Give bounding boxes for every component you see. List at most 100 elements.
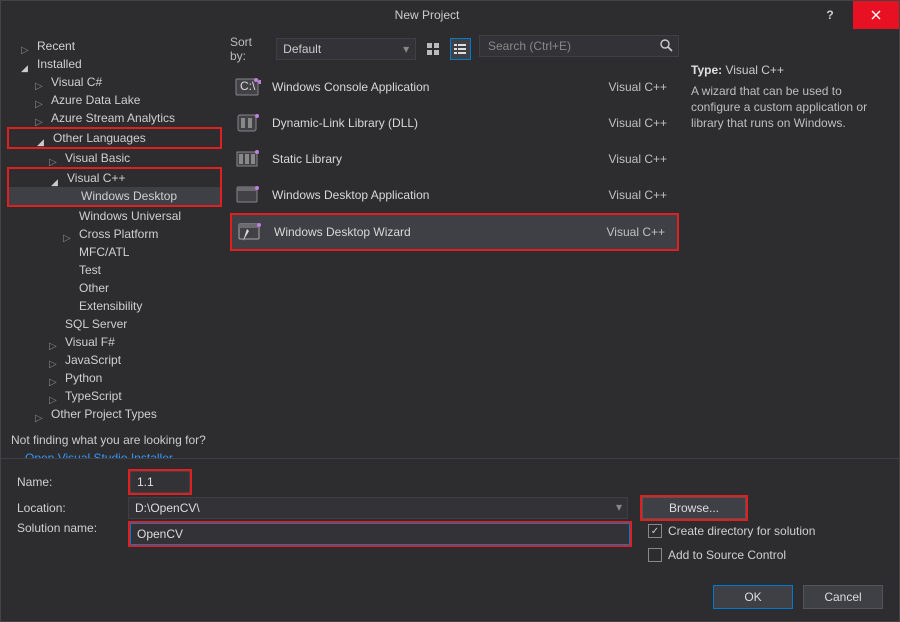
tree-windows-desktop[interactable]: Windows Desktop xyxy=(9,187,220,205)
template-desktop-wizard[interactable]: Windows Desktop Wizard Visual C++ xyxy=(230,213,679,251)
tree-label: Azure Data Lake xyxy=(51,91,140,109)
tree-test[interactable]: Test xyxy=(7,261,222,279)
template-label: Windows Console Application xyxy=(272,80,609,94)
name-label: Name: xyxy=(17,475,122,489)
close-icon xyxy=(871,10,881,20)
tree-recent[interactable]: Recent xyxy=(7,37,222,55)
template-label: Static Library xyxy=(272,152,609,166)
chevron-right-icon[interactable] xyxy=(63,228,75,240)
open-installer-link[interactable]: Open Visual Studio Installer xyxy=(11,451,218,458)
tree-other-languages[interactable]: Other Languages xyxy=(9,129,220,147)
tree-label: Visual F# xyxy=(65,333,115,351)
chevron-down-icon[interactable] xyxy=(37,132,49,144)
template-lang: Visual C++ xyxy=(609,188,675,202)
solution-name-input[interactable] xyxy=(130,523,630,545)
tree-label: Installed xyxy=(37,55,82,73)
chevron-right-icon[interactable] xyxy=(35,76,47,88)
tree-sql-server[interactable]: SQL Server xyxy=(7,315,222,333)
tree-other[interactable]: Other xyxy=(7,279,222,297)
tree-mfc-atl[interactable]: MFC/ATL xyxy=(7,243,222,261)
search-icon[interactable] xyxy=(659,38,673,55)
template-console-app[interactable]: C:\ Windows Console Application Visual C… xyxy=(230,69,679,105)
category-tree: Recent Installed Visual C# Azure Data La… xyxy=(1,29,226,458)
location-input[interactable] xyxy=(128,497,628,519)
template-dll[interactable]: Dynamic-Link Library (DLL) Visual C++ xyxy=(230,105,679,141)
checkbox-label: Create directory for solution xyxy=(668,524,815,538)
chevron-down-icon[interactable] xyxy=(21,58,33,70)
create-directory-checkbox[interactable]: Create directory for solution xyxy=(648,521,815,541)
tree-typescript[interactable]: TypeScript xyxy=(7,387,222,405)
sort-by-label: Sort by: xyxy=(230,35,270,63)
tree-azure-datalake[interactable]: Azure Data Lake xyxy=(7,91,222,109)
chevron-right-icon[interactable] xyxy=(49,390,61,402)
tree-label: Visual C# xyxy=(51,73,102,91)
tiles-icon xyxy=(426,42,440,56)
tree-python[interactable]: Python xyxy=(7,369,222,387)
close-button[interactable] xyxy=(853,1,899,29)
chevron-right-icon[interactable] xyxy=(35,408,47,420)
tree-visual-cpp[interactable]: Visual C++ xyxy=(9,169,220,187)
tree-label: Other xyxy=(79,279,109,297)
tree-label: Windows Desktop xyxy=(81,187,177,205)
template-lang: Visual C++ xyxy=(607,225,673,239)
chevron-right-icon[interactable] xyxy=(49,354,61,366)
view-tiles-button[interactable] xyxy=(422,38,443,60)
view-list-button[interactable] xyxy=(450,38,471,60)
tree-javascript[interactable]: JavaScript xyxy=(7,351,222,369)
tree-cross-platform[interactable]: Cross Platform xyxy=(7,225,222,243)
titlebar: New Project ? xyxy=(1,1,899,29)
tree-extensibility[interactable]: Extensibility xyxy=(7,297,222,315)
dialog-buttons: OK Cancel xyxy=(1,575,899,621)
tree-azure-stream[interactable]: Azure Stream Analytics xyxy=(7,109,222,127)
name-input[interactable] xyxy=(130,471,190,493)
sort-value: Default xyxy=(283,42,321,56)
checkbox-label: Add to Source Control xyxy=(668,548,786,562)
wizard-icon xyxy=(236,218,264,246)
browse-button[interactable]: Browse... xyxy=(642,497,746,519)
template-desktop-app[interactable]: Windows Desktop Application Visual C++ xyxy=(230,177,679,213)
template-static-lib[interactable]: Static Library Visual C++ xyxy=(230,141,679,177)
help-button[interactable]: ? xyxy=(807,1,853,29)
tree-fsharp[interactable]: Visual F# xyxy=(7,333,222,351)
cancel-button[interactable]: Cancel xyxy=(803,585,883,609)
ok-button[interactable]: OK xyxy=(713,585,793,609)
tree-label: Azure Stream Analytics xyxy=(51,109,175,127)
solution-label: Solution name: xyxy=(17,521,122,535)
source-control-checkbox[interactable]: Add to Source Control xyxy=(648,545,815,565)
chevron-right-icon[interactable] xyxy=(21,40,33,52)
template-label: Windows Desktop Application xyxy=(272,188,609,202)
tree-label: Visual C++ xyxy=(67,169,125,187)
tree-label: Recent xyxy=(37,37,75,55)
tree-label: Other Languages xyxy=(53,129,146,147)
type-label: Type: xyxy=(691,63,722,77)
tree-csharp[interactable]: Visual C# xyxy=(7,73,222,91)
tree-label: Other Project Types xyxy=(51,405,157,423)
static-lib-icon xyxy=(234,145,262,173)
template-list: C:\ Windows Console Application Visual C… xyxy=(230,69,679,251)
chevron-down-icon[interactable] xyxy=(51,172,63,184)
description-pane: Type: Visual C++ A wizard that can be us… xyxy=(687,29,899,458)
template-label: Dynamic-Link Library (DLL) xyxy=(272,116,609,130)
chevron-right-icon[interactable] xyxy=(35,94,47,106)
sort-by-dropdown[interactable]: Default xyxy=(276,38,416,60)
svg-text:C:\: C:\ xyxy=(240,79,256,93)
chevron-right-icon[interactable] xyxy=(49,152,61,164)
location-label: Location: xyxy=(17,501,122,515)
project-form: Name: Location: Browse... Solution name:… xyxy=(1,458,899,575)
chevron-right-icon[interactable] xyxy=(49,336,61,348)
tree-label: Windows Universal xyxy=(79,207,181,225)
tree-label: Test xyxy=(79,261,101,279)
tree-other-project-types[interactable]: Other Project Types xyxy=(7,405,222,423)
tree-label: TypeScript xyxy=(65,387,122,405)
type-value: Visual C++ xyxy=(725,63,783,77)
chevron-right-icon[interactable] xyxy=(35,112,47,124)
tree-installed[interactable]: Installed xyxy=(7,55,222,73)
checkbox-icon xyxy=(648,524,662,538)
tree-label: Visual Basic xyxy=(65,149,130,167)
tree-visual-basic[interactable]: Visual Basic xyxy=(7,149,222,167)
window-title: New Project xyxy=(47,8,807,22)
desktop-app-icon xyxy=(234,181,262,209)
chevron-right-icon[interactable] xyxy=(49,372,61,384)
search-input[interactable] xyxy=(479,35,679,57)
tree-windows-universal[interactable]: Windows Universal xyxy=(7,207,222,225)
